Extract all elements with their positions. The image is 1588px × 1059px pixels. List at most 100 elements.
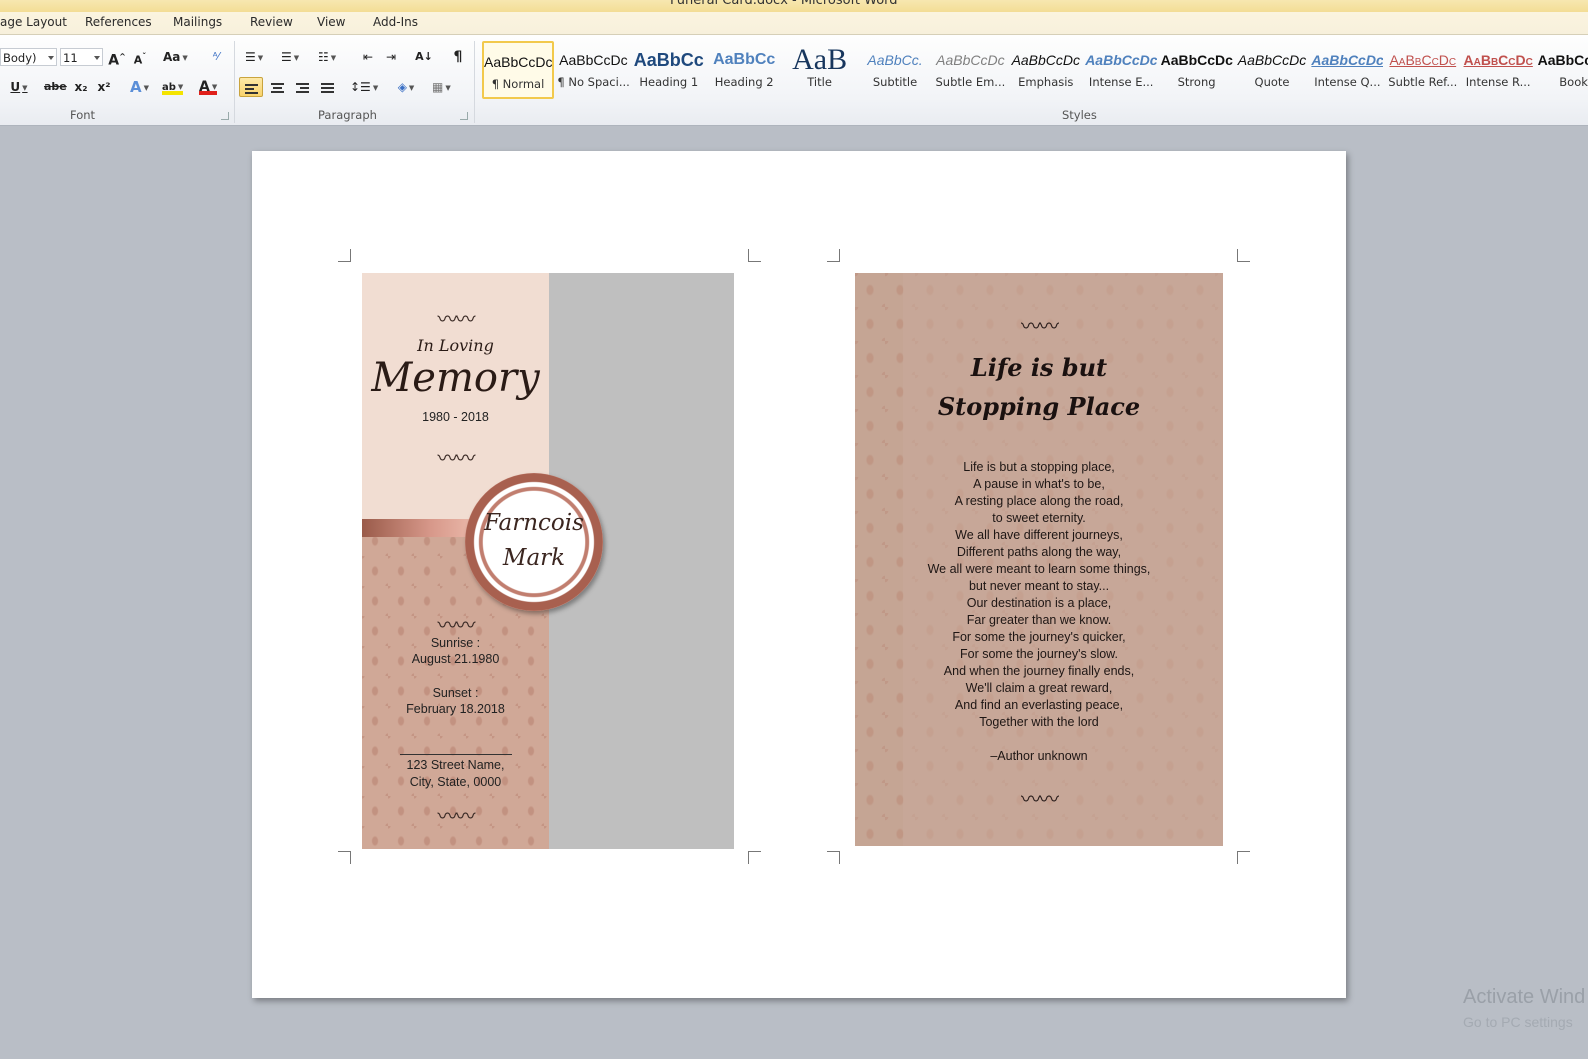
borders-button[interactable]: ▦ ▼ <box>432 77 451 97</box>
font-size-combo[interactable]: 11 <box>60 48 103 66</box>
change-case-icon: Aa <box>163 50 181 64</box>
style-item[interactable]: AaBbCcDc Intense Q... <box>1311 41 1383 99</box>
font-name-combo[interactable]: Body) <box>0 48 57 66</box>
subscript-button[interactable]: x₂ <box>72 77 90 97</box>
in-loving-text: In Loving <box>417 336 494 355</box>
font-size-value: 11 <box>63 51 78 65</box>
align-center-button[interactable] <box>266 77 288 97</box>
sunset-label: Sunset : <box>432 686 479 700</box>
style-item[interactable]: AaBbCcDc ¶ No Spaci... <box>557 41 629 99</box>
chevron-down-icon <box>48 56 54 60</box>
clear-formatting-button[interactable]: ᴬ⁄ <box>207 47 225 67</box>
dialog-launcher-icon[interactable] <box>221 112 229 120</box>
first-name: Farncois <box>484 510 584 536</box>
tab-add-ins[interactable]: Add-Ins <box>373 15 418 29</box>
change-case-button[interactable]: Aa ▼ <box>163 47 188 67</box>
style-item[interactable]: AaB Title <box>784 41 856 99</box>
poem-line: Together with the lord <box>979 715 1099 729</box>
multilevel-list-icon: ☷ <box>318 50 329 64</box>
memory-text: Memory <box>371 355 540 401</box>
style-sample: AaB <box>792 45 848 75</box>
decrease-indent-button[interactable]: ⇤ <box>359 47 377 67</box>
font-color-icon: A <box>199 79 210 95</box>
align-right-button[interactable] <box>291 77 313 97</box>
bullets-icon: ☰ <box>245 50 256 64</box>
style-item[interactable]: AaBbCcDc ¶ Normal <box>482 41 554 99</box>
style-item[interactable]: AaBbCcDc Quote <box>1236 41 1308 99</box>
style-item[interactable]: AaBbCc. Subtitle <box>859 41 931 99</box>
grow-font-icon: A <box>108 52 120 69</box>
memorial-card-back[interactable]: 〰〰 Life is but Stopping Place Life is bu… <box>855 273 1223 846</box>
tab-review[interactable]: Review <box>250 15 293 29</box>
increase-indent-button[interactable]: ⇥ <box>382 47 400 67</box>
line-spacing-button[interactable]: ↕☰ ▼ <box>350 77 378 97</box>
style-sample: AaBbCcDc <box>1389 52 1457 68</box>
poem-line: A resting place along the road, <box>954 494 1124 508</box>
subscript-icon: x₂ <box>74 80 88 94</box>
style-name: ¶ No Spaci... <box>557 75 630 89</box>
sort-icon: A↓ <box>415 50 433 63</box>
ornament-icon: 〰〰 <box>437 446 476 470</box>
poem-line: We all were meant to learn some things, <box>927 562 1151 576</box>
poem-line: We'll claim a great reward, <box>965 681 1113 695</box>
shrink-font-button[interactable]: Aˇ <box>131 47 149 67</box>
style-item[interactable]: AaBbCc Heading 2 <box>708 41 780 99</box>
style-sample: AaBbCc <box>633 50 704 70</box>
text-effects-icon: A <box>130 78 142 96</box>
poem-text: Life is but a stopping place, A pause in … <box>855 459 1223 731</box>
chevron-down-icon <box>94 56 100 60</box>
sunrise-date: August 21.1980 <box>411 652 500 666</box>
text-effects-button[interactable]: A ▼ <box>130 77 149 97</box>
tab-page-layout[interactable]: age Layout <box>0 15 67 29</box>
tab-mailings[interactable]: Mailings <box>173 15 222 29</box>
style-name: Subtle Em... <box>935 75 1006 89</box>
style-sample: AaBbCc. <box>867 52 923 68</box>
ornament-icon: 〰〰 <box>437 307 476 331</box>
divider-line <box>400 754 512 755</box>
style-item[interactable]: AaBbCcDc Intense E... <box>1085 41 1157 99</box>
strikethrough-button[interactable]: abe <box>44 77 67 97</box>
style-item[interactable]: AaBbCc Heading 1 <box>633 41 705 99</box>
dialog-launcher-icon[interactable] <box>460 112 468 120</box>
numbering-button[interactable]: ☰ ▼ <box>281 47 299 67</box>
sort-button[interactable]: A↓ <box>415 47 433 67</box>
shading-button[interactable]: ◈ ▼ <box>397 77 415 97</box>
poem-line: For some the journey's quicker, <box>952 630 1126 644</box>
ribbon: Body) 11 A^ Aˇ Aa ▼ ᴬ⁄ U ▼ abe x₂ x² A ▼ ab… <box>0 35 1588 126</box>
poem-line: We all have different journeys, <box>955 528 1123 542</box>
style-sample: AaBbCcDc <box>936 52 1005 68</box>
crop-mark <box>338 249 351 262</box>
style-item[interactable]: AaBbCcDc Subtle Em... <box>934 41 1006 99</box>
font-color-button[interactable]: A ▼ <box>199 77 218 95</box>
multilevel-list-button[interactable]: ☷ ▼ <box>318 47 336 67</box>
style-name: Heading 2 <box>714 75 774 89</box>
style-item[interactable]: AaBbCcDc Strong <box>1161 41 1233 99</box>
bullets-button[interactable]: ☰ ▼ <box>245 47 263 67</box>
style-sample: AaBbCcDc <box>1160 52 1233 68</box>
ribbon-tabs: age Layout References Mailings Review Vi… <box>0 12 1588 35</box>
style-item[interactable]: AaBbCcDc Book <box>1538 41 1588 99</box>
memorial-card-front[interactable]: 〰〰 In Loving Memory 1980 - 2018 〰〰 Farnc… <box>362 273 734 849</box>
superscript-button[interactable]: x² <box>95 77 113 97</box>
grow-font-button[interactable]: A^ <box>108 47 126 69</box>
tab-view[interactable]: View <box>317 15 345 29</box>
strikethrough-icon: abe <box>44 80 67 93</box>
borders-icon: ▦ <box>432 80 444 94</box>
tab-references[interactable]: References <box>85 15 152 29</box>
poem-title-line-1: Life is but <box>970 353 1108 382</box>
style-item[interactable]: AaBbCcDc Emphasis <box>1010 41 1082 99</box>
style-name: ¶ Normal <box>491 77 545 91</box>
underline-button[interactable]: U ▼ <box>10 77 28 97</box>
poem-line: For some the journey's slow. <box>959 647 1118 661</box>
ornament-icon: 〰〰 <box>1021 787 1059 811</box>
style-name: Intense R... <box>1465 75 1531 89</box>
sunrise-label: Sunrise : <box>430 636 481 650</box>
align-left-button[interactable] <box>239 77 263 97</box>
document-page[interactable]: 〰〰 In Loving Memory 1980 - 2018 〰〰 Farnc… <box>252 151 1346 998</box>
show-formatting-button[interactable]: ¶ <box>449 47 467 67</box>
style-item[interactable]: AaBbCcDc Intense R... <box>1462 41 1534 99</box>
align-center-icon <box>270 81 284 95</box>
style-item[interactable]: AaBbCcDc Subtle Ref... <box>1387 41 1459 99</box>
justify-button[interactable] <box>316 77 338 97</box>
highlight-button[interactable]: ab ▼ <box>162 77 184 95</box>
